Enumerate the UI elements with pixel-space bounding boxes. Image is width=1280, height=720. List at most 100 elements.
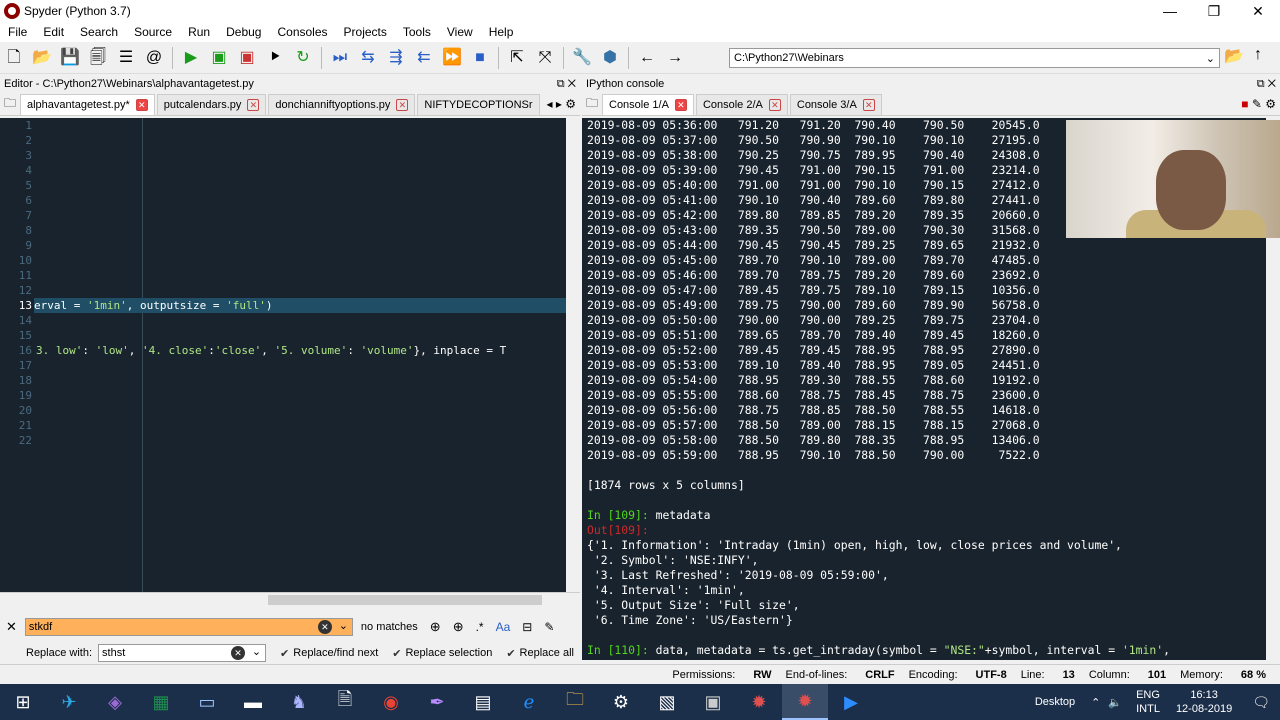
close-tab-icon[interactable]: ✕ xyxy=(247,99,260,111)
replace-find-next-button[interactable]: ✔ Replace/find next xyxy=(280,647,378,660)
tab-alphavantagetest[interactable]: alphavantagetest.py* ✕ xyxy=(20,94,155,115)
open-file-icon[interactable]: 📂 xyxy=(31,47,53,69)
console-options-icon[interactable]: ⚙ xyxy=(1265,97,1276,111)
editor-horizontal-scrollbar[interactable] xyxy=(0,592,580,606)
chevron-down-icon[interactable]: ⌄ xyxy=(339,619,348,632)
tab-options-icon[interactable]: ◂ ▸ ⚙ xyxy=(547,97,576,111)
list-icon[interactable]: ☰ xyxy=(115,47,137,69)
run-selection-icon[interactable]: ⯈ xyxy=(264,47,286,69)
console-controls[interactable]: ■ ✎ ⚙ xyxy=(1241,97,1276,111)
app-icon[interactable]: ♞ xyxy=(276,684,322,720)
tab-niftydecoptions[interactable]: NIFTYDECOPTIONSr xyxy=(417,94,540,115)
edge-icon[interactable]: ℯ xyxy=(506,684,552,720)
settings-icon[interactable]: ⚙ xyxy=(598,684,644,720)
notifications-icon[interactable]: 🗨 xyxy=(1252,694,1270,711)
terminal-icon[interactable]: ▬ xyxy=(230,684,276,720)
close-window-button[interactable]: ✕ xyxy=(1236,0,1280,22)
close-find-icon[interactable]: ✕ xyxy=(6,619,17,635)
replace-input[interactable]: sthst ✕ ⌄ xyxy=(98,644,267,662)
browse-tabs-icon[interactable]: 🗀 xyxy=(0,94,20,115)
code-editor[interactable]: 1 2 3 4 5 6 7 8 9 10 11 12 13 14 15 16 1… xyxy=(0,118,566,592)
fullscreen-icon[interactable]: ⤧ xyxy=(534,47,556,69)
case-sensitive-icon[interactable]: Aa xyxy=(496,620,511,634)
spyder-active-icon[interactable]: ✹ xyxy=(782,684,828,720)
notepad-icon[interactable]: ▭ xyxy=(184,684,230,720)
calculator-icon[interactable]: ▤ xyxy=(460,684,506,720)
file-icon[interactable]: 🗎 xyxy=(322,684,368,720)
browse-folder-icon[interactable]: 📂 xyxy=(1224,46,1244,66)
close-tab-icon[interactable]: ✕ xyxy=(135,99,148,111)
step-into-icon[interactable]: ⇶ xyxy=(385,47,407,69)
tab-console-1[interactable]: Console 1/A ✕ xyxy=(602,94,694,115)
close-tab-icon[interactable]: ✕ xyxy=(674,99,687,111)
desktop-label[interactable]: Desktop xyxy=(1035,696,1075,708)
regex-icon[interactable]: .* xyxy=(476,620,484,634)
tab-putcalendars[interactable]: putcalendars.py ✕ xyxy=(156,94,267,115)
highlight-matches-icon[interactable]: ✎ xyxy=(544,620,554,634)
run-cell-icon[interactable]: ▣ xyxy=(208,47,230,69)
tab-donchianniftyoptions[interactable]: donchianniftyoptions.py ✕ xyxy=(268,94,416,115)
replace-all-button[interactable]: ✔ Replace all xyxy=(506,647,574,660)
menu-edit[interactable]: Edit xyxy=(35,25,72,39)
windows-start-icon[interactable]: ⊞ xyxy=(0,684,46,720)
file-explorer-icon[interactable]: 🗀 xyxy=(552,684,598,720)
whole-word-icon[interactable]: ⊟ xyxy=(522,620,532,634)
editor-vertical-scrollbar[interactable] xyxy=(566,118,580,592)
pane-controls[interactable]: ⧉ ✕ xyxy=(1257,74,1276,94)
code-line-16[interactable]: 3. low': 'low', '4. close':'close', '5. … xyxy=(36,343,506,358)
screen-icon[interactable]: ▣ xyxy=(690,684,736,720)
menu-source[interactable]: Source xyxy=(126,25,180,39)
run-icon[interactable]: ▶ xyxy=(180,47,202,69)
stop-debug-icon[interactable]: ■ xyxy=(469,47,491,69)
stop-kernel-icon[interactable]: ■ xyxy=(1241,97,1248,111)
search-input[interactable]: stkdf ✕ ⌄ xyxy=(24,618,353,636)
debug-icon[interactable]: ⏭ xyxy=(329,47,351,69)
save-all-icon[interactable]: 🗐 xyxy=(87,47,109,69)
minimize-button[interactable]: — xyxy=(1148,0,1192,22)
language-indicator[interactable]: ENG INTL xyxy=(1136,688,1160,716)
clear-search-icon[interactable]: ✕ xyxy=(317,620,332,634)
back-arrow-icon[interactable]: ← xyxy=(636,47,658,69)
excel-icon[interactable]: ▦ xyxy=(138,684,184,720)
menu-view[interactable]: View xyxy=(439,25,481,39)
pane-controls[interactable]: ⧉ ✕ xyxy=(557,74,576,94)
replace-selection-button[interactable]: ✔ Replace selection xyxy=(392,647,492,660)
preferences-icon[interactable]: 🔧 xyxy=(571,47,593,69)
menu-run[interactable]: Run xyxy=(180,25,218,39)
maximize-button[interactable]: ❐ xyxy=(1192,0,1236,22)
clock[interactable]: 16:13 12-08-2019 xyxy=(1176,688,1232,716)
find-previous-icon[interactable]: ⊕ xyxy=(430,619,441,635)
volume-icon[interactable]: 🔈 xyxy=(1108,696,1122,709)
menu-tools[interactable]: Tools xyxy=(395,25,439,39)
maximize-pane-icon[interactable]: ⇱ xyxy=(506,47,528,69)
chevron-down-icon[interactable]: ⌄ xyxy=(252,645,261,658)
new-file-icon[interactable]: 🗋 xyxy=(3,47,25,69)
menu-file[interactable]: File xyxy=(0,25,35,39)
run-cell-advance-icon[interactable]: ▣ xyxy=(236,47,258,69)
close-tab-icon[interactable]: ✕ xyxy=(396,99,409,111)
menu-search[interactable]: Search xyxy=(72,25,126,39)
zoom-icon[interactable]: ▶ xyxy=(828,684,874,720)
scroll-thumb[interactable] xyxy=(268,595,542,605)
save-file-icon[interactable]: 💾 xyxy=(59,47,81,69)
parent-directory-icon[interactable]: ↑ xyxy=(1254,46,1262,64)
spyder-icon[interactable]: ✹ xyxy=(736,684,782,720)
menu-projects[interactable]: Projects xyxy=(336,25,395,39)
step-return-icon[interactable]: ⇇ xyxy=(413,47,435,69)
chrome-icon[interactable]: ◉ xyxy=(368,684,414,720)
chevron-up-icon[interactable]: ⌃ xyxy=(1091,696,1100,709)
menu-debug[interactable]: Debug xyxy=(218,25,269,39)
tab-console-3[interactable]: Console 3/A ✕ xyxy=(789,94,882,115)
telegram-icon[interactable]: ✈ xyxy=(46,684,92,720)
menu-consoles[interactable]: Consoles xyxy=(269,25,335,39)
at-icon[interactable]: @ xyxy=(143,47,165,69)
rerun-icon[interactable]: ↻ xyxy=(292,47,314,69)
close-tab-icon[interactable]: ✕ xyxy=(768,99,781,111)
python-path-icon[interactable]: ⬢ xyxy=(599,47,621,69)
clear-replace-icon[interactable]: ✕ xyxy=(231,646,246,660)
find-next-icon[interactable]: ⊕ xyxy=(453,619,464,635)
chevron-down-icon[interactable]: ⌄ xyxy=(1206,52,1215,65)
menu-help[interactable]: Help xyxy=(481,25,522,39)
close-tab-icon[interactable]: ✕ xyxy=(862,99,875,111)
sticky-notes-icon[interactable]: ▧ xyxy=(644,684,690,720)
